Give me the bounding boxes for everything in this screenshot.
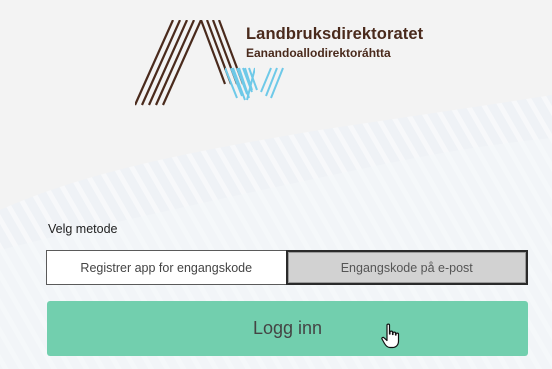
brand-subtitle: Eanandoallodirektoráhtta [246,46,391,60]
brand-name: Landbruksdirektoratet [246,25,424,43]
method-label: Velg metode [48,222,118,236]
option-email-code-button[interactable]: Engangskode på e-post [285,250,528,285]
login-button[interactable]: Logg inn [47,301,528,356]
hand-cursor-icon [381,323,400,349]
method-selector: Registrer app for engangskode Engangskod… [46,250,528,285]
option-register-app-button[interactable]: Registrer app for engangskode [46,250,286,285]
